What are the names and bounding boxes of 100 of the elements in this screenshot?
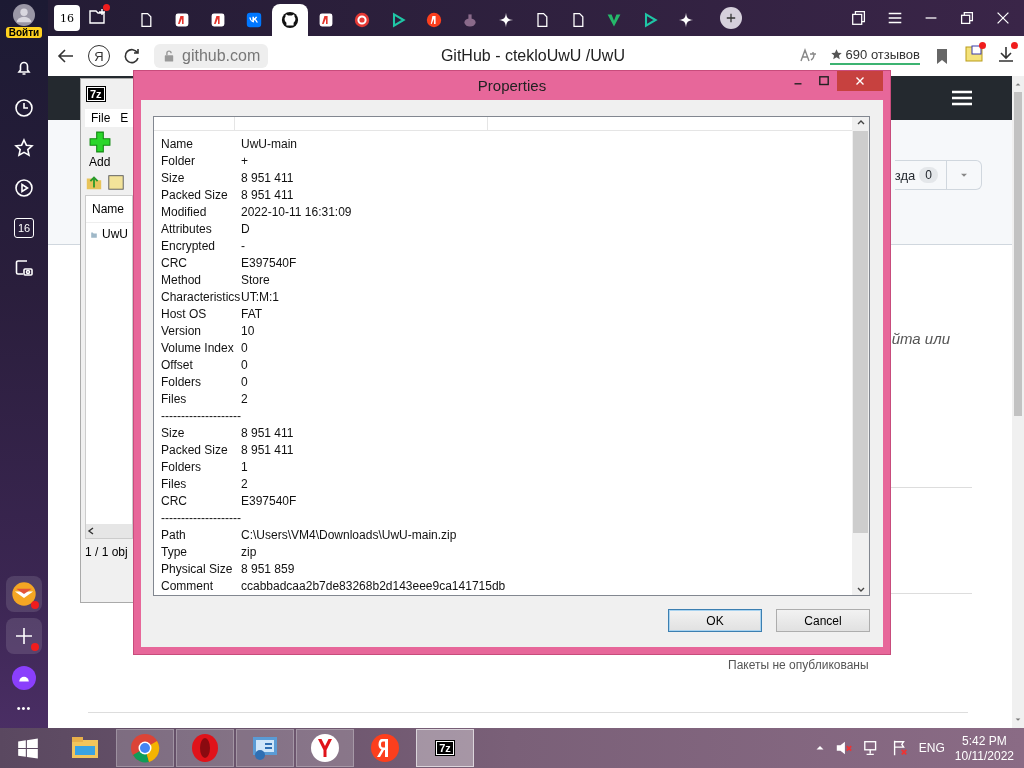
property-name: CRC bbox=[161, 493, 188, 510]
notification-dot bbox=[103, 4, 110, 11]
cat-icon[interactable] bbox=[281, 11, 299, 29]
property-name: Files bbox=[161, 391, 188, 408]
play-icon[interactable] bbox=[390, 12, 406, 28]
property-name: Version bbox=[161, 323, 203, 340]
property-value: 8 951 411 bbox=[241, 425, 294, 442]
tray-expand-icon[interactable] bbox=[814, 743, 825, 753]
login-label[interactable]: Войти bbox=[5, 27, 43, 38]
notification-dot bbox=[31, 643, 39, 651]
scrollbar[interactable] bbox=[852, 117, 869, 595]
property-name: Physical Size bbox=[161, 561, 234, 578]
plus-icon[interactable] bbox=[14, 626, 34, 646]
taskbar-app[interactable] bbox=[176, 729, 234, 767]
column-header[interactable]: Name bbox=[86, 196, 132, 223]
property-name: Offset bbox=[161, 357, 194, 374]
taskbar-app[interactable] bbox=[236, 729, 294, 767]
tile-icon[interactable] bbox=[246, 12, 262, 28]
app-logo[interactable]: 7z bbox=[436, 741, 454, 755]
maximize-icon[interactable] bbox=[817, 74, 831, 88]
property-value: 2 bbox=[241, 476, 248, 493]
page-title: GitHub - ctekloUwU /UwU bbox=[439, 47, 626, 65]
scrollbar[interactable] bbox=[1012, 76, 1024, 728]
property-name: Host OS bbox=[161, 306, 208, 323]
page-icon[interactable] bbox=[534, 12, 550, 28]
browser-icon[interactable] bbox=[309, 732, 341, 764]
property-name: Attributes bbox=[161, 221, 213, 238]
browser-icon[interactable] bbox=[369, 732, 401, 764]
sparkle-icon[interactable] bbox=[678, 12, 694, 28]
property-name: Encrypted bbox=[161, 238, 217, 255]
sidebar-app-button[interactable] bbox=[6, 618, 42, 654]
tile-icon[interactable] bbox=[318, 12, 334, 28]
assistant-icon[interactable] bbox=[12, 666, 36, 690]
property-name: Name bbox=[161, 136, 194, 153]
property-name: Characteristics bbox=[161, 289, 241, 306]
scroll-left-icon bbox=[86, 526, 96, 536]
dialog-button[interactable]: OK bbox=[668, 609, 762, 632]
tile-icon[interactable] bbox=[174, 12, 190, 28]
add-icon[interactable] bbox=[89, 131, 111, 153]
new-tab-group-icon[interactable] bbox=[88, 6, 108, 26]
star-icon bbox=[829, 48, 843, 61]
new-tab-button[interactable] bbox=[720, 7, 742, 29]
collections-icon[interactable] bbox=[850, 9, 868, 27]
taskbar-app[interactable]: 7z bbox=[416, 729, 474, 767]
chrome-icon[interactable] bbox=[129, 732, 161, 764]
property-value: UwU-main bbox=[241, 136, 297, 153]
v-logo-icon[interactable] bbox=[606, 12, 622, 28]
dialog-button[interactable]: Cancel bbox=[776, 609, 870, 632]
page-icon[interactable] bbox=[138, 12, 154, 28]
tab-count-button[interactable]: 16 bbox=[54, 5, 80, 31]
folder-icon[interactable] bbox=[107, 173, 125, 191]
property-value: 10 bbox=[241, 323, 255, 340]
property-name: Folders bbox=[161, 374, 202, 391]
property-name: Modified bbox=[161, 204, 208, 221]
window-title: Properties bbox=[476, 77, 548, 94]
star-count: 0 bbox=[919, 167, 938, 183]
more-button[interactable]: ••• bbox=[16, 702, 32, 714]
url-text: github.com bbox=[182, 47, 261, 65]
address-field[interactable]: github.com bbox=[154, 44, 269, 68]
language-indicator[interactable]: ENG bbox=[918, 741, 945, 755]
clock-icon[interactable] bbox=[14, 98, 34, 118]
tile-icon[interactable] bbox=[210, 12, 226, 28]
extension-icon[interactable] bbox=[964, 44, 984, 64]
avatar-icon[interactable] bbox=[13, 4, 35, 26]
download-icon[interactable] bbox=[996, 44, 1016, 64]
browser-tab[interactable] bbox=[272, 4, 308, 36]
property-name: CRC bbox=[161, 255, 188, 272]
menu-item[interactable]: File bbox=[91, 111, 111, 125]
screenshot-icon[interactable] bbox=[14, 258, 34, 278]
property-name: Type bbox=[161, 544, 188, 561]
calendar-day-icon[interactable]: 16 bbox=[14, 218, 34, 238]
menu-item[interactable]: E bbox=[120, 111, 129, 125]
circle-logo-icon[interactable] bbox=[426, 12, 442, 28]
add-button[interactable]: Add bbox=[89, 155, 111, 169]
taskbar-app[interactable] bbox=[296, 729, 354, 767]
property-name: Packed Size bbox=[161, 187, 229, 204]
property-name: Method bbox=[161, 272, 203, 289]
sparkle-icon[interactable] bbox=[498, 12, 514, 28]
notification-dot bbox=[1011, 42, 1018, 49]
reload-icon[interactable] bbox=[122, 46, 142, 66]
reviews-link[interactable]: 690 отзывов bbox=[829, 47, 920, 65]
taskbar-app[interactable] bbox=[116, 729, 174, 767]
muted-speaker-icon[interactable] bbox=[834, 739, 853, 757]
vase-icon[interactable] bbox=[462, 12, 478, 28]
play-icon[interactable] bbox=[642, 12, 658, 28]
page-icon[interactable] bbox=[570, 12, 586, 28]
play-icon[interactable] bbox=[14, 178, 34, 198]
star-icon[interactable] bbox=[14, 138, 34, 158]
property-value: 0 bbox=[241, 357, 248, 374]
clock-time[interactable]: 5:42 PM bbox=[962, 733, 1007, 748]
restore-icon[interactable] bbox=[958, 9, 976, 27]
horizontal-scrollbar[interactable] bbox=[86, 524, 132, 538]
separator-text: -------------------- bbox=[161, 408, 241, 425]
file-name[interactable]: UwU bbox=[102, 227, 128, 243]
clock-date[interactable]: 10/11/2022 bbox=[954, 748, 1014, 763]
property-value: 0 bbox=[241, 374, 248, 391]
circle-logo-icon[interactable] bbox=[354, 12, 370, 28]
property-name: Size bbox=[161, 425, 186, 442]
start-icon[interactable] bbox=[16, 736, 40, 760]
property-name: Volume Index bbox=[161, 340, 235, 357]
